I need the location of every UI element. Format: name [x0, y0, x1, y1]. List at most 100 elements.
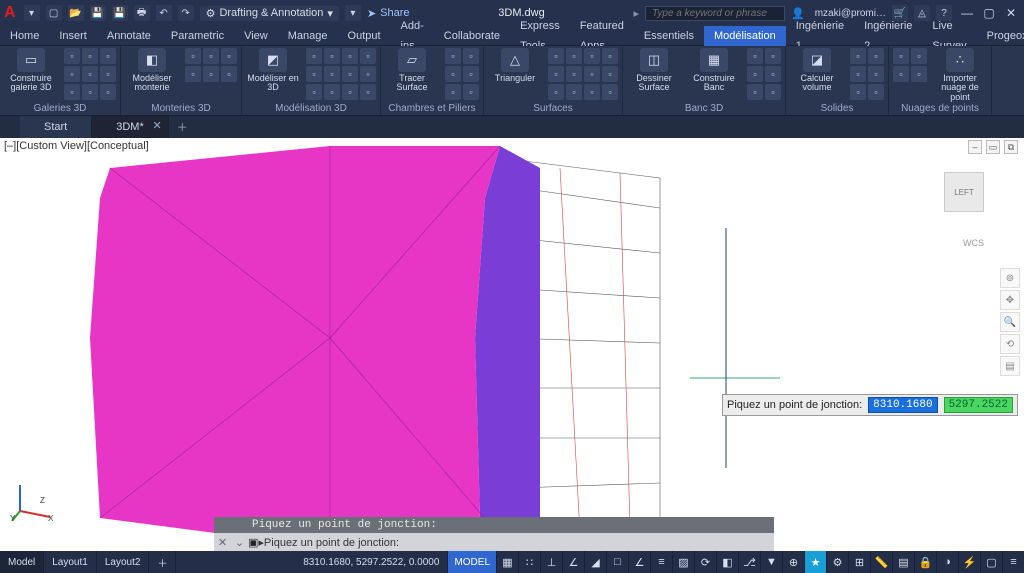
command-prompt[interactable]: ▸Piquez un point de jonction:	[258, 536, 399, 549]
tool-icon[interactable]: ▫	[765, 66, 781, 82]
tab-progeox[interactable]: Progeox	[977, 26, 1024, 46]
tool-icon[interactable]: ▫	[203, 48, 219, 64]
tab-output[interactable]: Output	[338, 26, 391, 46]
modeliser-monterie-button[interactable]: ◧ Modéliser monterie	[125, 48, 179, 93]
tool-icon[interactable]: ▫	[584, 48, 600, 64]
tool-icon[interactable]: ▫	[911, 48, 927, 64]
tool-icon[interactable]: ▫	[602, 48, 618, 64]
units-icon[interactable]: 📏	[870, 551, 892, 573]
tool-icon[interactable]: ▫	[185, 66, 201, 82]
doctab-start[interactable]: Start	[20, 116, 92, 138]
tool-icon[interactable]: ▫	[868, 48, 884, 64]
tool-icon[interactable]: ▫	[463, 66, 479, 82]
quickprops-icon[interactable]: ▤	[892, 551, 914, 573]
isodraft-icon[interactable]: ◢	[584, 551, 606, 573]
construire-galerie-3d-button[interactable]: ▭ Construire galerie 3D	[4, 48, 58, 93]
tool-icon[interactable]: ▫	[893, 48, 909, 64]
tool-icon[interactable]: ▫	[342, 48, 358, 64]
tab-modelisation[interactable]: Modélisation	[704, 26, 786, 46]
tool-icon[interactable]: ▫	[893, 66, 909, 82]
calculer-volume-button[interactable]: ◪ Calculer volume	[790, 48, 844, 93]
tool-icon[interactable]: ▫	[602, 84, 618, 100]
redo-icon[interactable]: ↷	[178, 5, 194, 21]
annotation-icon[interactable]: ★	[804, 551, 826, 573]
saveas-icon[interactable]: 💾	[112, 5, 128, 21]
modeliser-3d-button[interactable]: ◩ Modéliser en 3D	[246, 48, 300, 93]
tool-icon[interactable]: ▫	[463, 48, 479, 64]
snap-icon[interactable]: ∷	[518, 551, 540, 573]
cycling-icon[interactable]: ⟳	[694, 551, 716, 573]
layout-tab-model[interactable]: Model	[0, 551, 44, 573]
importer-nuage-button[interactable]: ∴ Importer nuage de point	[933, 48, 987, 102]
tool-icon[interactable]: ▫	[306, 84, 322, 100]
tool-icon[interactable]: ▫	[602, 66, 618, 82]
tool-icon[interactable]: ▫	[64, 84, 80, 100]
polar-icon[interactable]: ∠	[562, 551, 584, 573]
undo-icon[interactable]: ↶	[156, 5, 172, 21]
tab-collaborate[interactable]: Collaborate	[434, 26, 510, 46]
tool-icon[interactable]: ▫	[100, 66, 116, 82]
restore-icon[interactable]: ▢	[980, 6, 998, 20]
tool-icon[interactable]: ▫	[360, 48, 376, 64]
coord-y-input[interactable]: 5297.2522	[944, 397, 1013, 413]
tool-icon[interactable]: ▫	[868, 66, 884, 82]
tool-icon[interactable]: ▫	[548, 84, 564, 100]
filter-icon[interactable]: ▼	[760, 551, 782, 573]
model-space-button[interactable]: MODEL	[448, 551, 496, 573]
cmd-close-icon[interactable]: ✕	[218, 536, 227, 549]
workspace-switcher[interactable]: ⚙ Drafting & Annotation ▾	[200, 6, 339, 21]
save-icon[interactable]: 💾	[90, 5, 106, 21]
cleanscreen-icon[interactable]: ▢	[980, 551, 1002, 573]
open-icon[interactable]: 📂	[68, 5, 84, 21]
tool-icon[interactable]: ▫	[64, 66, 80, 82]
search-input[interactable]	[645, 6, 785, 21]
drawing-canvas[interactable]: [–][Custom View][Conceptual] – ▭ ⧉ LEFT …	[0, 138, 1024, 551]
tab-essentiels[interactable]: Essentiels	[634, 26, 704, 46]
new-tab-button[interactable]: ＋	[169, 116, 196, 138]
new-icon[interactable]: ▢	[46, 5, 62, 21]
tool-icon[interactable]: ▫	[548, 48, 564, 64]
layout-add-button[interactable]: ＋	[149, 551, 176, 573]
otrack-icon[interactable]: ∠	[628, 551, 650, 573]
tool-icon[interactable]: ▫	[566, 84, 582, 100]
tool-icon[interactable]: ▫	[82, 48, 98, 64]
tool-icon[interactable]: ▫	[548, 66, 564, 82]
tab-parametric[interactable]: Parametric	[161, 26, 234, 46]
tool-icon[interactable]: ▫	[765, 48, 781, 64]
tool-icon[interactable]: ▫	[463, 84, 479, 100]
trianguler-button[interactable]: △ Trianguler	[488, 48, 542, 83]
tool-icon[interactable]: ▫	[850, 84, 866, 100]
tool-icon[interactable]: ▫	[850, 48, 866, 64]
tool-icon[interactable]: ▫	[185, 48, 201, 64]
workspace-icon[interactable]: ⚙	[826, 551, 848, 573]
tracer-surface-button[interactable]: ▱ Tracer Surface	[385, 48, 439, 93]
close-tab-icon[interactable]: ✕	[153, 119, 162, 132]
tool-icon[interactable]: ▫	[584, 66, 600, 82]
tab-view[interactable]: View	[234, 26, 278, 46]
tool-icon[interactable]: ▫	[360, 66, 376, 82]
tool-icon[interactable]: ▫	[342, 84, 358, 100]
coord-x-input[interactable]: 8310.1680	[868, 397, 937, 413]
tool-icon[interactable]: ▫	[324, 84, 340, 100]
qat-overflow-icon[interactable]: ▾	[345, 5, 361, 21]
tool-icon[interactable]: ▫	[850, 66, 866, 82]
layout-tab-layout1[interactable]: Layout1	[44, 551, 97, 573]
tool-icon[interactable]: ▫	[445, 48, 461, 64]
tool-icon[interactable]: ▫	[100, 48, 116, 64]
layout-tab-layout2[interactable]: Layout2	[97, 551, 150, 573]
tool-icon[interactable]: ▫	[203, 66, 219, 82]
tool-icon[interactable]: ▫	[445, 66, 461, 82]
tool-icon[interactable]: ▫	[584, 84, 600, 100]
tool-icon[interactable]: ▫	[868, 84, 884, 100]
command-input-row[interactable]: ✕ ⌄ ▣ ▸Piquez un point de jonction:	[214, 533, 774, 551]
annomon-icon[interactable]: ⊞	[848, 551, 870, 573]
tool-icon[interactable]: ▫	[566, 48, 582, 64]
doctab-3dm[interactable]: 3DM* ✕	[92, 116, 169, 138]
tool-icon[interactable]: ▫	[306, 66, 322, 82]
qat-menu-icon[interactable]: ▾	[24, 5, 40, 21]
gizmo-icon[interactable]: ⊕	[782, 551, 804, 573]
construire-banc-button[interactable]: ▦ Construire Banc	[687, 48, 741, 93]
ortho-icon[interactable]: ⊥	[540, 551, 562, 573]
tool-icon[interactable]: ▫	[747, 84, 763, 100]
close-icon[interactable]: ✕	[1002, 6, 1020, 20]
